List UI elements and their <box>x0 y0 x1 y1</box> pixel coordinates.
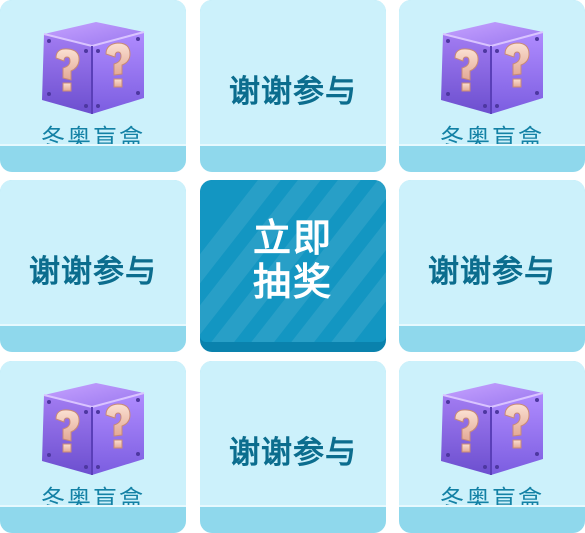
prize-label: 冬奥盲盒 <box>440 124 544 146</box>
tile-face: 冬奥盲盒 <box>0 361 186 507</box>
tile-face: 谢谢参与 <box>200 361 386 507</box>
thanks-label: 谢谢参与 <box>428 254 556 290</box>
draw-now-button[interactable]: 立即 抽奖 <box>200 180 386 352</box>
draw-button-line1: 立即 <box>252 216 333 260</box>
thanks-tile-middle-right[interactable]: 谢谢参与 <box>399 180 585 352</box>
thanks-tile-middle-left[interactable]: 谢谢参与 <box>0 180 186 352</box>
tile-face: 冬奥盲盒 <box>0 0 186 146</box>
draw-button-face: 立即 抽奖 <box>200 180 386 342</box>
thanks-label: 谢谢参与 <box>29 254 157 290</box>
prize-tile-top-left[interactable]: 冬奥盲盒 <box>0 0 186 172</box>
mystery-box-icon <box>435 375 549 479</box>
tile-face: 冬奥盲盒 <box>399 0 585 146</box>
prize-label: 冬奥盲盒 <box>41 485 145 507</box>
draw-button-line2: 抽奖 <box>252 260 333 304</box>
thanks-label: 谢谢参与 <box>229 435 357 471</box>
thanks-label: 谢谢参与 <box>229 74 357 110</box>
mystery-box-icon <box>36 14 150 118</box>
tile-face: 谢谢参与 <box>399 180 585 326</box>
thanks-tile-bottom-center[interactable]: 谢谢参与 <box>200 361 386 533</box>
prize-tile-bottom-left[interactable]: 冬奥盲盒 <box>0 361 186 533</box>
mystery-box-icon <box>36 375 150 479</box>
tile-face: 谢谢参与 <box>200 0 386 146</box>
lottery-grid: 冬奥盲盒 谢谢参与 冬奥盲盒 谢谢参与 立即 抽奖 谢谢参与 冬奥盲盒 谢谢参与… <box>0 0 585 533</box>
tile-face: 谢谢参与 <box>0 180 186 326</box>
tile-face: 冬奥盲盒 <box>399 361 585 507</box>
prize-tile-bottom-right[interactable]: 冬奥盲盒 <box>399 361 585 533</box>
prize-label: 冬奥盲盒 <box>440 485 544 507</box>
thanks-tile-top-center[interactable]: 谢谢参与 <box>200 0 386 172</box>
prize-tile-top-right[interactable]: 冬奥盲盒 <box>399 0 585 172</box>
prize-label: 冬奥盲盒 <box>41 124 145 146</box>
mystery-box-icon <box>435 14 549 118</box>
